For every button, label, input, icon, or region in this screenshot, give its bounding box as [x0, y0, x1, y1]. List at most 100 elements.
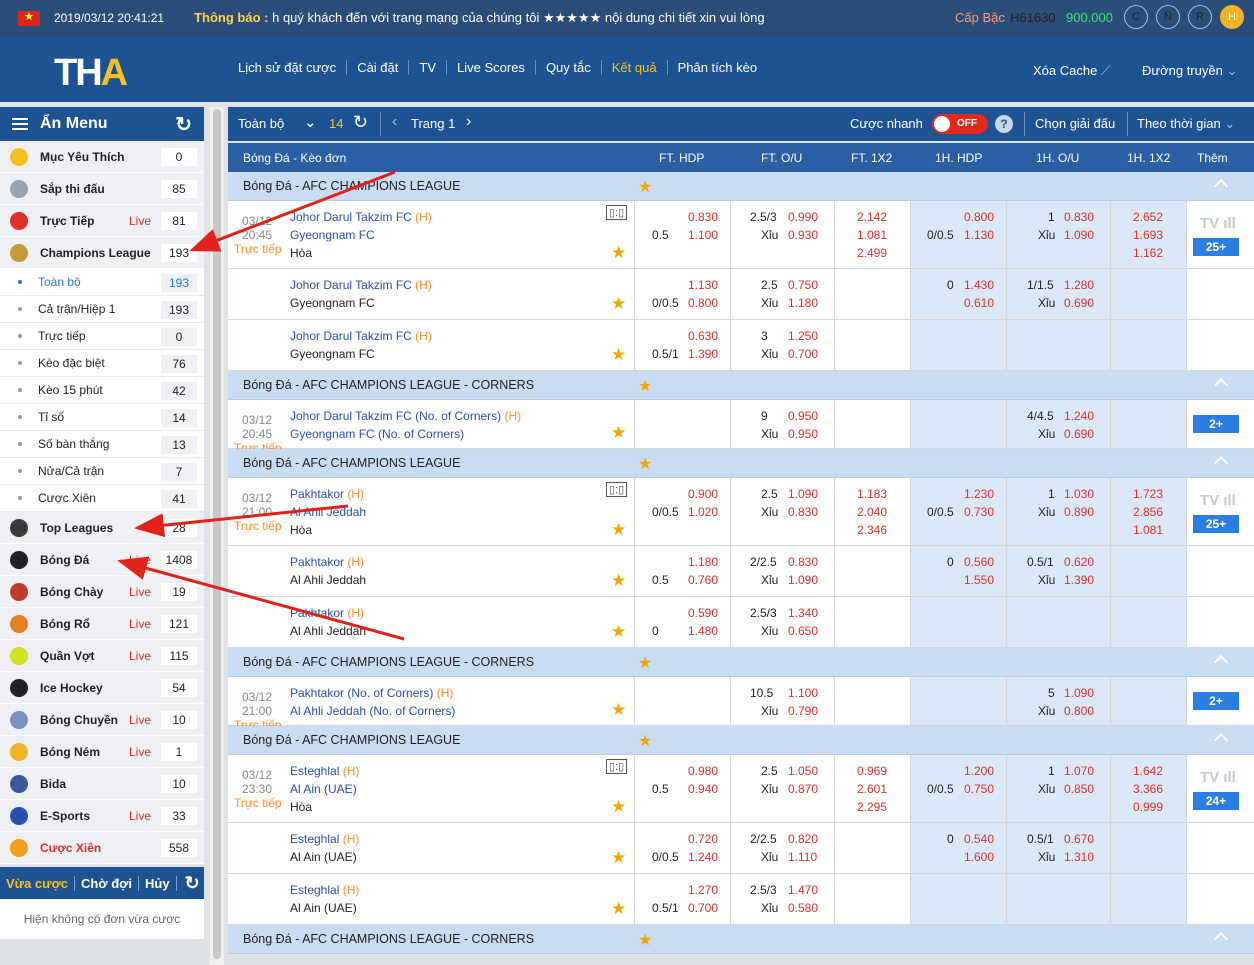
odds-value[interactable]: 1.081 — [857, 228, 887, 242]
tv-icon[interactable]: TV ıll — [1200, 215, 1236, 232]
odds-value[interactable]: 0.760 — [688, 573, 718, 587]
quick-bet-toggle[interactable]: OFF — [932, 114, 988, 134]
odds-value[interactable]: 0.969 — [857, 764, 887, 778]
sport-item[interactable]: Ice Hockey 54 — [0, 672, 204, 704]
mode-r-button[interactable]: R — [1188, 5, 1212, 29]
favorite-star-icon[interactable]: ★ — [611, 700, 626, 720]
refresh-icon[interactable]: ↻ — [175, 112, 192, 137]
refresh-slip-icon[interactable]: ↻ — [185, 873, 200, 894]
more-bets-button[interactable]: 25+ — [1193, 238, 1239, 256]
home-team[interactable]: Esteghlal (H) — [290, 764, 359, 778]
odds-value[interactable]: 0.940 — [688, 782, 718, 796]
away-team[interactable]: Al Ahli Jeddah — [290, 624, 366, 638]
odds-value[interactable]: 0.700 — [788, 347, 818, 361]
league-header[interactable]: Bóng Đá - AFC CHAMPIONS LEAGUE - CORNERS… — [228, 925, 1254, 954]
odds-value[interactable]: 1.183 — [857, 487, 887, 501]
odds-value[interactable]: 2.346 — [857, 523, 887, 537]
choose-league-button[interactable]: Chọn giải đấu — [1035, 116, 1115, 131]
sidebar-item[interactable]: Trực Tiếp Live 81 — [0, 205, 204, 237]
site-logo[interactable]: THA — [54, 52, 128, 95]
home-team[interactable]: Pakhtakor (H) — [290, 555, 364, 569]
away-team[interactable]: Al Ahli Jeddah — [290, 505, 366, 519]
odds-value[interactable]: 1.180 — [688, 555, 718, 569]
help-icon[interactable]: ? — [995, 115, 1013, 133]
odds-value[interactable]: 0.830 — [788, 505, 818, 519]
home-team[interactable]: Johor Darul Takzim FC (H) — [290, 210, 432, 224]
stream-dropdown[interactable]: Đường truyền ⌄ — [1142, 63, 1237, 79]
odds-value[interactable]: 1.090 — [788, 487, 818, 501]
odds-value[interactable]: 0.750 — [964, 782, 994, 796]
collapse-chevron-icon[interactable] — [1213, 178, 1229, 194]
odds-value[interactable]: 0.590 — [688, 606, 718, 620]
sport-item[interactable]: Bóng Chuyền Live 10 — [0, 704, 204, 736]
odds-value[interactable]: 1.642 — [1133, 764, 1163, 778]
sport-item[interactable]: Bida 10 — [0, 768, 204, 800]
add-favorite-star-icon[interactable]: ★ — [638, 930, 652, 950]
odds-value[interactable]: 0.800 — [1064, 704, 1094, 718]
odds-value[interactable]: 2.499 — [857, 246, 887, 260]
favorite-star-icon[interactable]: ★ — [611, 848, 626, 868]
odds-value[interactable]: 0.990 — [788, 210, 818, 224]
odds-value[interactable]: 0.830 — [688, 210, 718, 224]
refresh-icon[interactable]: ↻ — [353, 112, 368, 133]
home-team[interactable]: Johor Darul Takzim FC (H) — [290, 329, 432, 343]
odds-value[interactable]: 2.856 — [1133, 505, 1163, 519]
odds-value[interactable]: 0.720 — [688, 832, 718, 846]
sport-item[interactable]: Bóng Rổ Live 121 — [0, 608, 204, 640]
odds-value[interactable]: 0.930 — [788, 228, 818, 242]
sidebar-subitem[interactable]: Số bàn thắng 13 — [0, 431, 204, 458]
odds-value[interactable]: 1.050 — [788, 764, 818, 778]
odds-value[interactable]: 0.790 — [788, 704, 818, 718]
odds-value[interactable]: 0.620 — [1064, 555, 1094, 569]
odds-value[interactable]: 1.090 — [788, 573, 818, 587]
sidebar-item[interactable]: Sắp thi đấu 85 — [0, 173, 204, 205]
sidebar-subitem[interactable]: Cược Xiên 41 — [0, 485, 204, 512]
sport-item[interactable]: Top Leagues 28 — [0, 512, 204, 544]
home-team[interactable]: Johor Darul Takzim FC (No. of Corners) (… — [290, 409, 521, 423]
sport-item[interactable]: E-Sports Live 33 — [0, 800, 204, 832]
mode-c-button[interactable]: C — [1124, 5, 1148, 29]
odds-value[interactable]: 0.610 — [964, 296, 994, 310]
add-favorite-star-icon[interactable]: ★ — [638, 376, 652, 396]
away-team[interactable]: Gyeongnam FC (No. of Corners) — [290, 427, 464, 441]
odds-value[interactable]: 1.340 — [788, 606, 818, 620]
tab-cancelled[interactable]: Hủy — [139, 875, 177, 891]
home-team[interactable]: Johor Darul Takzim FC (H) — [290, 278, 432, 292]
home-team[interactable]: Esteghlal (H) — [290, 832, 359, 846]
odds-value[interactable]: 1.162 — [1133, 246, 1163, 260]
odds-value[interactable]: 2.040 — [857, 505, 887, 519]
nav-tv[interactable]: TV — [409, 60, 448, 75]
odds-value[interactable]: 0.690 — [1064, 427, 1094, 441]
odds-value[interactable]: 1.430 — [964, 278, 994, 292]
favorite-star-icon[interactable]: ★ — [611, 345, 626, 365]
league-header[interactable]: Bóng Đá - AFC CHAMPIONS LEAGUE ★ — [228, 449, 1254, 478]
away-team[interactable]: Al Ahli Jeddah (No. of Corners) — [290, 704, 455, 718]
odds-value[interactable]: 1.310 — [1064, 850, 1094, 864]
odds-value[interactable]: 2.295 — [857, 800, 887, 814]
tv-icon[interactable]: TV ıll — [1200, 492, 1236, 509]
away-team[interactable]: Al Ain (UAE) — [290, 782, 357, 796]
odds-value[interactable]: 1.470 — [788, 883, 818, 897]
odds-value[interactable]: 0.730 — [964, 505, 994, 519]
odds-value[interactable]: 1.090 — [1064, 228, 1094, 242]
favorite-star-icon[interactable]: ★ — [611, 294, 626, 314]
odds-value[interactable]: 1.100 — [688, 228, 718, 242]
sidebar-subitem[interactable]: Tỉ số 14 — [0, 404, 204, 431]
sidebar-item[interactable]: Mục Yêu Thích 0 — [0, 141, 204, 173]
nav-results[interactable]: Kết quả — [602, 60, 668, 75]
odds-value[interactable]: 1.550 — [964, 573, 994, 587]
odds-value[interactable]: 1.390 — [688, 347, 718, 361]
sidebar-subitem[interactable]: Kèo 15 phút 42 — [0, 377, 204, 404]
odds-value[interactable]: 1.600 — [964, 850, 994, 864]
odds-value[interactable]: 1.130 — [688, 278, 718, 292]
prev-page-icon[interactable]: ‹ — [392, 113, 397, 131]
nav-rules[interactable]: Quy tắc — [536, 60, 602, 75]
odds-value[interactable]: 0.950 — [788, 409, 818, 423]
hide-menu-button[interactable]: Ẩn Menu ↻ — [0, 107, 204, 141]
mode-h-button[interactable]: H — [1220, 5, 1244, 29]
odds-value[interactable]: 0.690 — [1064, 296, 1094, 310]
odds-value[interactable]: 0.850 — [1064, 782, 1094, 796]
tab-recent-bets[interactable]: Vừa cược — [0, 875, 76, 891]
odds-value[interactable]: 1.020 — [688, 505, 718, 519]
favorite-star-icon[interactable]: ★ — [611, 423, 626, 443]
